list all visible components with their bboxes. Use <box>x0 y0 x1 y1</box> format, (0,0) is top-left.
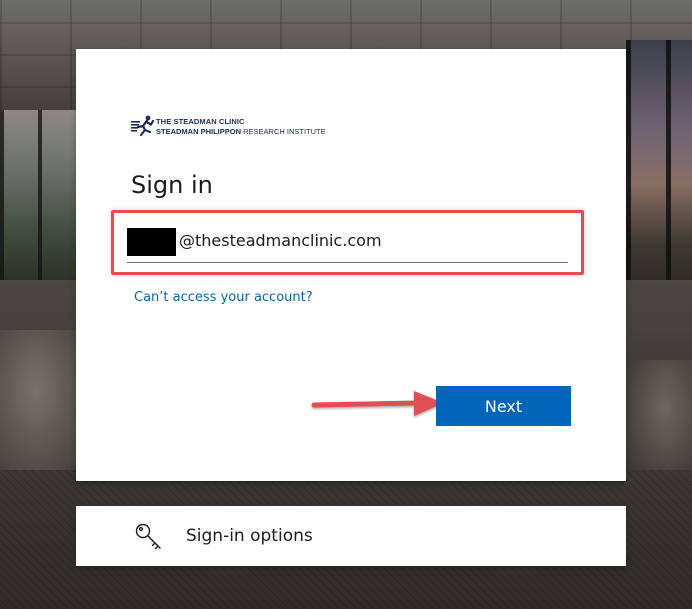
logo-line-2-rest: RESEARCH INSTITUTE <box>243 127 326 136</box>
email-field[interactable]: @thesteadmanclinic.com <box>127 226 568 263</box>
background-window-left <box>0 110 80 290</box>
organization-logo: THE STEADMAN CLINIC STEADMAN PHILIPPON R… <box>131 115 346 139</box>
cant-access-account-link[interactable]: Can’t access your account? <box>134 290 313 305</box>
logo-line-2: STEADMAN PHILIPPON RESEARCH INSTITUTE <box>156 127 326 136</box>
redacted-username <box>127 228 176 256</box>
next-button[interactable]: Next <box>436 386 571 426</box>
logo-line-2-bold: STEADMAN PHILIPPON <box>156 127 242 136</box>
signin-options-label: Sign-in options <box>186 526 313 546</box>
background-sofa-right <box>626 360 692 480</box>
running-figure-icon <box>131 115 155 137</box>
page-title: Sign in <box>131 171 213 199</box>
signin-options-button[interactable]: Sign-in options <box>76 506 626 566</box>
key-icon <box>135 523 161 550</box>
arrow-annotation <box>311 391 444 416</box>
email-domain-text: @thesteadmanclinic.com <box>179 231 382 250</box>
background-window-right <box>626 40 692 300</box>
logo-line-1: THE STEADMAN CLINIC <box>156 117 245 126</box>
